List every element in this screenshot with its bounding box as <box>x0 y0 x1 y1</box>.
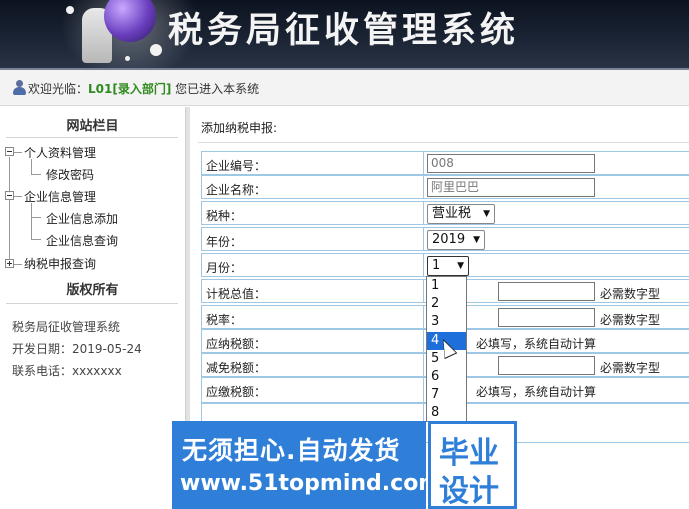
tree-connector <box>9 200 10 259</box>
label-taxable-total: 计税总值： <box>206 287 267 301</box>
tree-connector <box>31 217 41 218</box>
year-select[interactable]: 2019 ▼ <box>427 230 485 250</box>
welcome-text: 欢迎光临：L01[录入部门] 您已进入本系统 <box>28 80 259 97</box>
label-tax-type: 税种： <box>206 209 243 223</box>
sidebar-item-company-add[interactable]: 企业信息添加 <box>46 210 118 227</box>
footer-phone: 联系电话：xxxxxxx <box>12 364 122 378</box>
label-company-id: 企业编号： <box>206 159 267 173</box>
sidebar-item-profile[interactable]: 个人资料管理 <box>24 144 96 161</box>
hint-auto-calc: 必填写，系统自动计算 <box>476 385 597 399</box>
watermark-url: www.51topmind.com <box>180 471 442 496</box>
year-value: 2019 <box>432 232 466 247</box>
app-title: 税务局征收管理系统 <box>168 10 520 51</box>
label-tax-rate: 税率： <box>206 313 243 327</box>
label-tax-payable: 应纳税额： <box>206 337 267 351</box>
month-option[interactable]: 3 <box>427 313 466 331</box>
sidebar-item-company-query[interactable]: 企业信息查询 <box>46 232 118 249</box>
sidebar-item-tax-query[interactable]: 纳税申报查询 <box>24 255 96 272</box>
label-tax-due: 应缴税额： <box>206 385 267 399</box>
hint-numeric: 必需数字型 <box>600 313 661 327</box>
copyright-heading: 版权所有 <box>66 283 119 298</box>
label-tax-relief: 减免税额： <box>206 361 267 375</box>
tree-connector <box>31 203 32 239</box>
month-option[interactable]: 8 <box>427 404 466 422</box>
watermark-badge: 毕业 设计 <box>428 421 517 509</box>
month-select[interactable]: 1 ▼ <box>427 256 469 276</box>
month-option[interactable]: 6 <box>427 368 466 386</box>
dropdown-arrow-icon: ▼ <box>473 235 480 245</box>
sidebar-item-company-manage[interactable]: 企业信息管理 <box>24 188 96 205</box>
tax-type-value: 营业税 <box>432 206 472 221</box>
month-value: 1 <box>432 258 441 273</box>
current-user: L01[录入部门] <box>88 82 172 96</box>
month-option[interactable]: 7 <box>427 386 466 404</box>
collapse-icon[interactable] <box>5 191 14 200</box>
hint-numeric: 必需数字型 <box>600 287 661 301</box>
label-year: 年份： <box>206 235 243 249</box>
tree-connector <box>14 196 22 197</box>
tax-relief-field[interactable] <box>498 356 595 375</box>
welcome-prefix: 欢迎光临： <box>28 82 89 96</box>
page-title: 添加纳税申报: <box>201 121 278 135</box>
tree-connector <box>14 152 22 153</box>
tree-connector <box>31 174 41 175</box>
row-company-name: 企业名称： 阿里巴巴 <box>201 175 689 199</box>
row-month: 月份： 1 ▼ <box>201 253 689 277</box>
user-icon <box>12 80 26 96</box>
sidebar-divider <box>6 303 178 304</box>
row-year: 年份： 2019 ▼ <box>201 227 689 251</box>
tax-type-select[interactable]: 营业税 ▼ <box>427 204 495 224</box>
sparkle-dot <box>66 6 74 14</box>
expand-icon[interactable] <box>5 259 14 268</box>
watermark-banner: 无须担心.自动发货 www.51topmind.com 毕业 设计 <box>172 421 517 509</box>
welcome-bar: 欢迎光临：L01[录入部门] 您已进入本系统 <box>0 70 689 106</box>
footer-system-name: 税务局征收管理系统 <box>12 320 121 334</box>
hint-numeric: 必需数字型 <box>600 361 661 375</box>
sidebar-item-change-password[interactable]: 修改密码 <box>46 166 94 183</box>
sparkle-dot <box>125 56 130 61</box>
watermark-left: 无须担心.自动发货 www.51topmind.com <box>172 421 441 509</box>
sidebar: 网站栏目 个人资料管理 修改密码 企业信息管理 企业信息添加 企业信息查询 纳税… <box>0 107 185 509</box>
company-id-field[interactable]: 008 <box>427 154 595 173</box>
title-divider <box>198 142 689 143</box>
tree-connector <box>14 264 22 265</box>
tax-rate-field[interactable] <box>498 308 595 327</box>
sidebar-divider <box>6 137 178 138</box>
tree-connector <box>31 159 32 175</box>
sparkle-dot <box>150 44 162 56</box>
collapse-icon[interactable] <box>5 147 14 156</box>
dropdown-arrow-icon: ▼ <box>483 209 490 219</box>
company-name-field[interactable]: 阿里巴巴 <box>427 178 595 197</box>
watermark-badge-line2: 设计 <box>439 474 499 509</box>
month-option[interactable]: 1 <box>427 277 466 295</box>
row-tax-type: 税种： 营业税 ▼ <box>201 201 689 225</box>
label-month: 月份： <box>206 261 243 275</box>
tree-connector <box>31 239 41 240</box>
sidebar-heading: 网站栏目 <box>66 119 119 134</box>
welcome-suffix: 您已进入本系统 <box>171 82 260 96</box>
watermark-slogan: 无须担心.自动发货 <box>182 436 401 465</box>
taxable-total-field[interactable] <box>498 282 595 301</box>
label-company-name: 企业名称： <box>206 183 267 197</box>
tree-connector <box>9 157 10 191</box>
footer-dev-date: 开发日期：2019-05-24 <box>12 342 142 356</box>
header-banner: 税务局征收管理系统 <box>0 0 689 70</box>
hint-auto-calc: 必填写，系统自动计算 <box>476 337 597 351</box>
dropdown-arrow-icon: ▼ <box>457 261 464 271</box>
month-option[interactable]: 2 <box>427 295 466 313</box>
row-company-id: 企业编号： 008 <box>201 151 689 175</box>
